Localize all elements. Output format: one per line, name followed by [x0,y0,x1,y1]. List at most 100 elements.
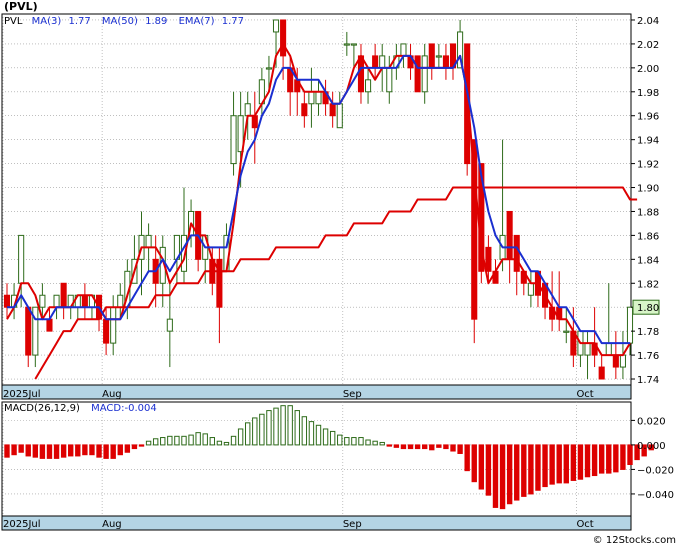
macd-x-tick-label: Oct [576,519,593,530]
macd-bar [436,444,442,448]
price-y-tick-label: 1.88 [637,207,659,218]
macd-bar [542,444,548,488]
candle-body [329,103,336,117]
last-price-label: 1.80 [637,303,659,314]
candle-body [485,246,492,272]
price-y-tick-label: 1.96 [637,112,659,123]
macd-bar [25,444,31,457]
macd-bar [535,444,541,491]
price-y-tick-label: 1.92 [637,160,659,171]
price-x-tick-label: Sep [343,389,362,400]
macd-bar [89,444,95,456]
candle-body [527,282,534,296]
candle-body [280,19,287,57]
macd-bar [344,437,350,446]
macd-bar [131,444,138,450]
macd-bar [443,444,449,450]
candle-body [3,294,11,308]
macd-bar [287,405,293,446]
macd-bar [329,430,336,446]
candle-body [117,294,124,308]
macd-bar [223,441,230,446]
macd-bar [202,433,208,446]
macd-bar [53,444,60,459]
legend-ema7-value: 1.77 [222,16,244,27]
macd-bar [188,434,194,446]
macd-y-tick-label: 0.000 [637,441,666,452]
candle-body [25,306,32,356]
macd-bar [160,437,166,446]
candle-body [343,43,350,46]
candle [414,55,421,93]
macd-bar [174,435,180,446]
candle-body [251,115,258,129]
price-x-tick-label: 2025Jul [3,389,41,400]
macd-y-tick-label: −0.020 [637,465,674,476]
candle-body [46,318,53,332]
candle-body [39,294,46,308]
candle-body [336,103,343,129]
macd-bar [358,437,364,446]
watermark: © 12Stocks.com [593,535,676,546]
macd-bar [457,444,463,454]
price-y-tick-label: 1.90 [637,184,659,195]
macd-bar [252,417,258,446]
macd-bar [167,435,173,446]
macd-bar [245,422,251,446]
macd-bar [506,444,513,505]
candle-body [626,306,634,344]
price-y-tick-label: 1.84 [637,255,659,266]
price-y-tick-label: 1.94 [637,136,659,147]
candle-body [166,318,173,332]
macd-bar [556,444,562,484]
price-y-tick-label: 2.02 [637,40,659,51]
macd-date-band [1,515,632,531]
candle-body [53,294,60,308]
candle-body [513,234,520,272]
price-y-tick-label: 2.04 [637,16,659,27]
macd-bar [46,444,53,459]
candle-body [619,354,626,368]
macd-x-tick-label: Aug [102,519,122,530]
macd-bar [322,428,329,446]
macd-bar [181,435,187,446]
legend-ticker: PVL [4,16,23,27]
macd-bar [570,444,577,481]
candle-body [605,342,612,356]
macd-legend: MACD(26,12,9) MACD:-0.004 [4,403,157,414]
stock-chart: 1.74 1.76 1.78 1.80 1.82 1.84 1.86 1.88 1.90 1.92… [1,0,676,546]
macd-bar [145,440,152,446]
price-y-tick-label: 1.76 [637,351,659,362]
macd-bar [266,410,272,446]
macd-bar [32,444,39,458]
legend-ma50-label: MA(50) [102,16,138,27]
price-y-tick-label: 1.98 [637,88,659,99]
candle-body [386,67,393,93]
macd-bar [308,421,315,446]
macd-bar [68,444,74,457]
macd-bar [216,440,223,446]
macd-bar [407,444,414,450]
macd-bar [294,410,300,446]
candle-body [265,67,272,70]
macd-bar [372,440,378,446]
price-x-tick-label: Aug [102,389,122,400]
price-legend: PVL MA(3) 1.77 MA(50) 1.89 EMA(7) 1.77 [4,16,244,27]
price-y-tick-label: 2.00 [637,64,659,75]
macd-bar [393,444,400,448]
macd-y-tick-label: −0.040 [637,490,674,501]
candle-body [308,91,315,105]
macd-bar [514,444,520,501]
macd-bar [230,435,237,446]
macd-bar [351,437,357,446]
candle-body [372,55,379,69]
macd-bar [620,444,626,470]
macd-bar [499,444,506,510]
macd-y-tick-label: 0.020 [637,416,666,427]
candle-body [442,55,449,69]
macd-bar [82,444,88,456]
candle-body [244,103,251,117]
macd-bar [627,444,633,466]
macd-bar [60,444,67,458]
candle-body [272,19,280,33]
